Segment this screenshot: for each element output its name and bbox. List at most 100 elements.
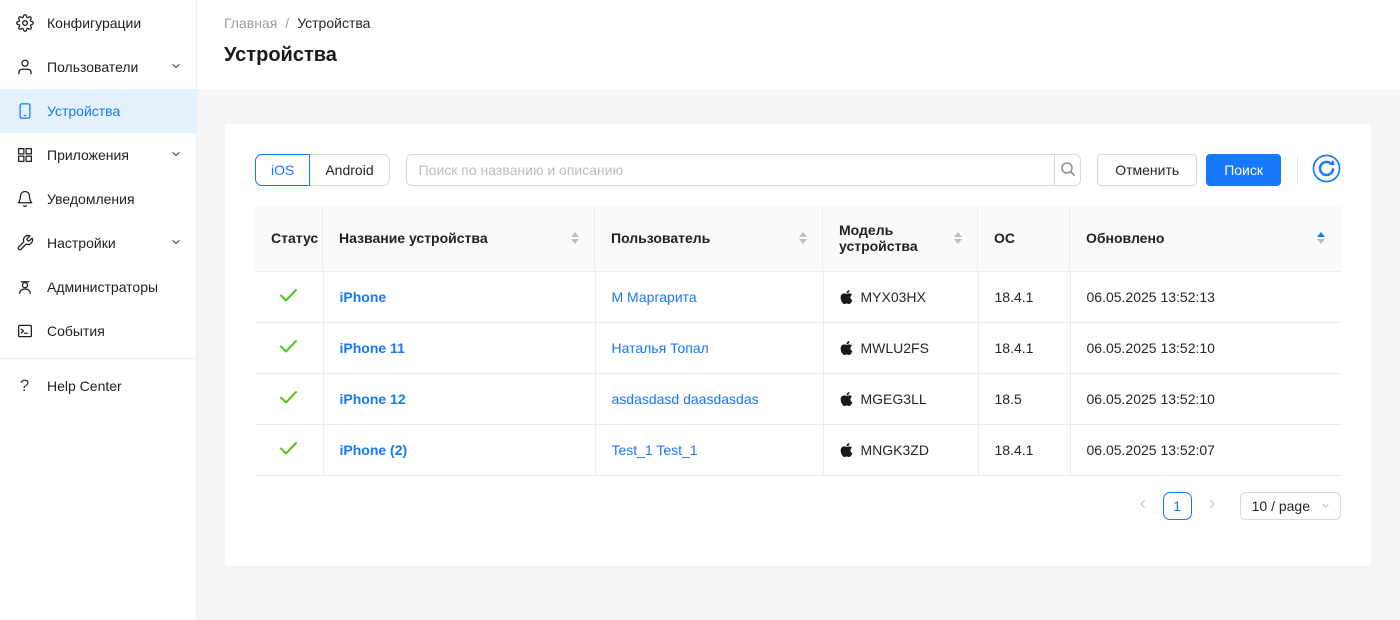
device-user-link[interactable]: asdasdasd daasdasdas [612,391,759,407]
breadcrumb: Главная / Устройства [224,15,1376,31]
column-header-status: Статус [255,206,323,271]
cancel-button[interactable]: Отменить [1097,154,1197,186]
breadcrumb-home-link[interactable]: Главная [224,15,277,31]
status-ok-icon [279,443,298,459]
refresh-button[interactable] [1311,155,1341,185]
search-group [406,154,1082,186]
chevron-right-icon [1206,498,1218,513]
chevron-left-icon [1137,498,1149,513]
device-user-link[interactable]: Test_1 Test_1 [612,442,698,458]
table-row: iPhone (2) Test_1 Test_1 MNGK3ZD 18.4.1 … [255,424,1341,475]
sidebar-item-label: Конфигурации [47,15,182,31]
page-header: Главная / Устройства Устройства [197,0,1400,91]
admin-user-icon [15,278,34,297]
device-user-link[interactable]: М Маргарита [612,289,697,305]
toolbar: iOS Android Отменить Поиск [255,154,1341,186]
sidebar-item-help-center[interactable]: ? Help Center [0,364,196,408]
table-row: iPhone 11 Наталья Топал MWLU2FS 18.4.1 0… [255,322,1341,373]
device-os: 18.5 [995,391,1022,407]
sidebar-item-label: Приложения [47,147,157,163]
sidebar-item-devices[interactable]: Устройства [0,89,196,133]
device-os: 18.4.1 [995,442,1034,458]
device-os: 18.4.1 [995,289,1034,305]
column-header-os: ОС [978,206,1070,271]
pagination-page-1[interactable]: 1 [1163,492,1192,520]
apple-logo-icon [840,340,853,356]
sidebar-item-applications[interactable]: Приложения [0,133,196,177]
user-icon [15,58,34,77]
chevron-down-icon [170,147,182,163]
sidebar-item-label: Пользователи [47,59,157,75]
column-header-model[interactable]: Модель устройства [823,206,978,271]
table-header-row: Статус Название устройства Пользователь [255,206,1341,271]
device-updated: 06.05.2025 13:52:10 [1087,340,1215,356]
pagination-next-button[interactable] [1200,492,1224,520]
sidebar-item-label: События [47,323,182,339]
sidebar-item-label: Устройства [47,103,182,119]
apple-logo-icon [840,289,853,305]
page-title: Устройства [224,44,1376,67]
app-window: Конфигурации Пользователи Устройства При… [0,0,1400,620]
sidebar-item-users[interactable]: Пользователи [0,45,196,89]
device-name-link[interactable]: iPhone (2) [340,442,408,458]
device-name-link[interactable]: iPhone [340,289,387,305]
device-model: MNGK3ZD [861,442,929,458]
search-suffix-button[interactable] [1054,154,1081,186]
tab-ios[interactable]: iOS [255,154,310,186]
column-header-user[interactable]: Пользователь [595,206,823,271]
device-model: MYX03HX [861,289,926,305]
sort-carets-icon [1317,232,1325,244]
pagination: 1 10 / page [255,492,1341,520]
pagination-prev-button[interactable] [1131,492,1155,520]
search-input[interactable] [406,154,1055,186]
status-ok-icon [279,392,298,408]
sidebar-item-label: Администраторы [47,279,182,295]
sidebar-item-events[interactable]: События [0,309,196,353]
breadcrumb-current: Устройства [297,15,370,31]
devices-table: Статус Название устройства Пользователь [255,206,1341,476]
devices-card: iOS Android Отменить Поиск [225,124,1371,566]
sidebar-item-notifications[interactable]: Уведомления [0,177,196,221]
wrench-icon [15,234,34,253]
sidebar-item-label: Настройки [47,235,157,251]
sort-carets-icon [571,232,579,244]
sidebar: Конфигурации Пользователи Устройства При… [0,0,197,620]
status-ok-icon [279,290,298,306]
chevron-down-icon [1320,498,1331,514]
device-updated: 06.05.2025 13:52:07 [1087,442,1215,458]
device-updated: 06.05.2025 13:52:13 [1087,289,1215,305]
refresh-icon [1312,154,1341,186]
sidebar-item-label: Уведомления [47,191,182,207]
search-button[interactable]: Поиск [1206,154,1281,186]
device-user-link[interactable]: Наталья Топал [612,340,709,356]
device-os: 18.4.1 [995,340,1034,356]
apps-grid-icon [15,146,34,165]
chevron-down-icon [170,59,182,75]
sort-carets-icon [954,232,962,244]
sidebar-item-label: Help Center [47,378,182,394]
smartphone-icon [15,102,34,121]
terminal-icon [15,322,34,341]
gear-icon [15,14,34,33]
device-name-link[interactable]: iPhone 11 [340,340,405,356]
apple-logo-icon [840,442,853,458]
question-icon: ? [15,377,34,396]
sidebar-item-administrators[interactable]: Администраторы [0,265,196,309]
device-name-link[interactable]: iPhone 12 [340,391,406,407]
bell-icon [15,190,34,209]
tab-android[interactable]: Android [310,154,389,186]
page-size-select[interactable]: 10 / page [1240,492,1341,520]
toolbar-divider [1297,155,1298,185]
breadcrumb-separator: / [285,15,289,31]
column-header-device-name[interactable]: Название устройства [323,206,595,271]
apple-logo-icon [840,391,853,407]
sidebar-divider [0,358,196,359]
sidebar-item-configurations[interactable]: Конфигурации [0,1,196,45]
sort-carets-icon [799,232,807,244]
table-row: iPhone 12 asdasdasd daasdasdas MGEG3LL 1… [255,373,1341,424]
page-size-value: 10 / page [1252,498,1310,514]
device-updated: 06.05.2025 13:52:10 [1087,391,1215,407]
column-header-updated[interactable]: Обновлено [1070,206,1341,271]
sidebar-item-settings[interactable]: Настройки [0,221,196,265]
device-model: MWLU2FS [861,340,929,356]
